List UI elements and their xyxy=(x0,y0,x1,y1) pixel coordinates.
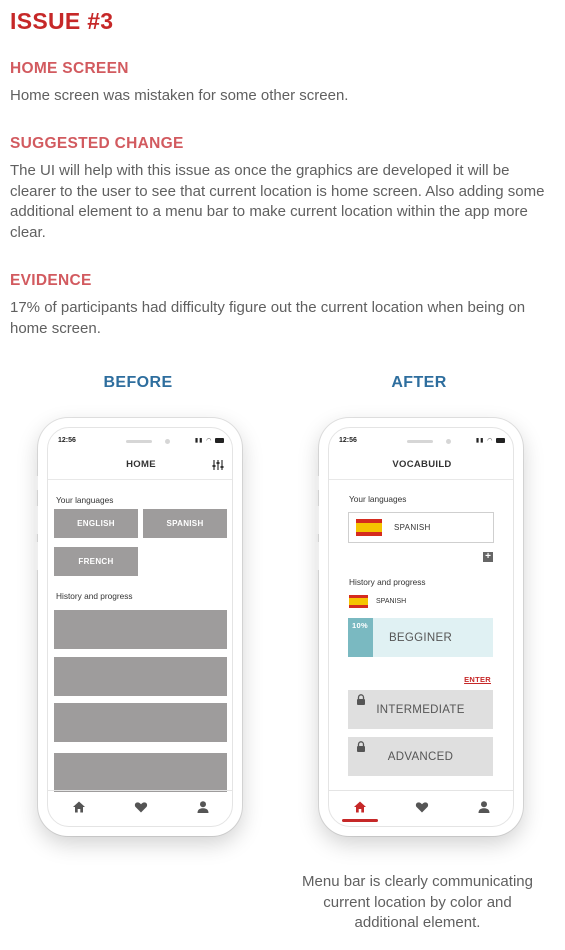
progress-placeholder xyxy=(54,703,227,742)
beginner-level-card[interactable]: 10% BEGGINER xyxy=(348,618,493,657)
active-tab-indicator xyxy=(342,819,378,822)
header-title: HOME xyxy=(126,459,156,470)
enter-link[interactable]: ENTER xyxy=(464,675,491,684)
status-icons: ▮▮ ◠ xyxy=(476,437,505,444)
home-icon[interactable] xyxy=(353,800,367,814)
progress-placeholder xyxy=(54,610,227,649)
section-heading-suggested-change: SUGGESTED CHANGE xyxy=(10,135,184,152)
progress-placeholder xyxy=(54,753,227,792)
tab-bar xyxy=(329,790,513,826)
status-icons: ▮▮ ◠ xyxy=(195,437,224,444)
user-icon[interactable] xyxy=(196,800,210,814)
after-caption: Menu bar is clearly communicating curren… xyxy=(302,873,533,931)
heart-icon[interactable] xyxy=(134,800,148,814)
spain-flag-icon xyxy=(356,519,382,536)
history-label: History and progress xyxy=(56,591,133,601)
beginner-level-label: BEGGINER xyxy=(388,631,453,644)
history-language: SPANISH xyxy=(376,598,407,605)
after-label: AFTER xyxy=(391,374,447,391)
language-button-english[interactable]: ENGLISH xyxy=(54,509,138,538)
header-title: VOCABUILD xyxy=(392,459,452,470)
spain-flag-icon xyxy=(349,595,368,608)
history-label: History and progress xyxy=(349,577,426,587)
before-screen: 12:56 ▮▮ ◠ HOME Your languages ENGLISH S… xyxy=(47,427,233,827)
section-heading-home-screen: HOME SCREEN xyxy=(10,60,129,77)
language-name: SPANISH xyxy=(394,523,431,532)
your-languages-label: Your languages xyxy=(56,495,114,505)
status-time: 12:56 xyxy=(58,437,76,444)
your-languages-label: Your languages xyxy=(349,494,407,504)
home-icon[interactable] xyxy=(72,800,86,814)
tab-bar xyxy=(48,790,232,826)
advanced-level-label: ADVANCED xyxy=(387,750,454,763)
language-button-spanish[interactable]: SPANISH xyxy=(143,509,227,538)
after-screen: 12:56 ▮▮ ◠ VOCABUILD Your languages SPAN… xyxy=(328,427,514,827)
advanced-level-card[interactable]: ADVANCED xyxy=(348,737,493,776)
add-language-icon[interactable]: + xyxy=(483,552,493,562)
after-phone: 12:56 ▮▮ ◠ VOCABUILD Your languages SPAN… xyxy=(315,418,523,836)
before-label: BEFORE xyxy=(103,374,173,391)
lock-icon xyxy=(357,694,365,705)
intermediate-level-card[interactable]: INTERMEDIATE xyxy=(348,690,493,729)
issue-title: ISSUE #3 xyxy=(10,8,114,34)
beginner-progress-percent: 10% xyxy=(352,621,368,630)
user-icon[interactable] xyxy=(477,800,491,814)
language-button-french[interactable]: FRENCH xyxy=(54,547,138,576)
intermediate-level-label: INTERMEDIATE xyxy=(376,703,465,716)
heart-icon[interactable] xyxy=(415,800,429,814)
progress-placeholder xyxy=(54,657,227,696)
status-time: 12:56 xyxy=(339,437,357,444)
before-phone: 12:56 ▮▮ ◠ HOME Your languages ENGLISH S… xyxy=(34,418,242,836)
section-text-evidence: 17% of participants had difficulty figur… xyxy=(10,299,526,337)
lock-icon xyxy=(357,741,365,752)
section-heading-evidence: EVIDENCE xyxy=(10,272,92,289)
language-selector-spanish[interactable]: SPANISH xyxy=(348,512,494,543)
sliders-icon[interactable] xyxy=(212,458,224,476)
section-text-suggested-change: The UI will help with this issue as once… xyxy=(10,162,545,241)
section-text-home-screen: Home screen was mistaken for some other … xyxy=(10,87,349,104)
